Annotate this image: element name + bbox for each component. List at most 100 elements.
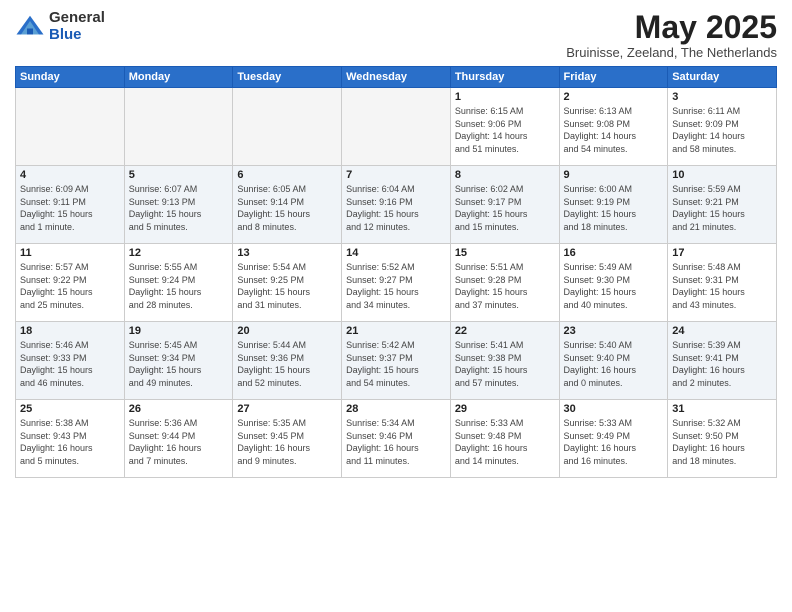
- week-row-4: 18 Sunrise: 5:46 AM Sunset: 9:33 PM Dayli…: [16, 322, 777, 400]
- calendar-cell-w4-d6: 23Sunrise: 5:40 AM Sunset: 9:40 PM Dayli…: [559, 322, 668, 400]
- day-info: Sunrise: 5:59 AM Sunset: 9:21 PM Dayligh…: [672, 183, 772, 233]
- calendar-cell-w3-d7: 17 Sunrise: 5:48 AM Sunset: 9:31 PM Dayli…: [668, 244, 777, 322]
- calendar: Sunday Monday Tuesday Wednesday Thursday…: [15, 66, 777, 478]
- day-number: 30: [564, 403, 664, 415]
- day-number: 28: [346, 403, 446, 415]
- day-info: Sunrise: 5:36 AM Sunset: 9:44 PM Dayligh…: [129, 417, 229, 467]
- day-info: Sunrise: 5:55 AM Sunset: 9:24 PM Dayligh…: [129, 261, 229, 311]
- header-friday: Friday: [559, 67, 668, 88]
- calendar-cell-w3-d4: 14 Sunrise: 5:52 AM Sunset: 9:27 PM Dayli…: [342, 244, 451, 322]
- day-info: Sunrise: 6:02 AM Sunset: 9:17 PM Dayligh…: [455, 183, 555, 233]
- header: General Blue May 2025 Bruinisse, Zeeland…: [15, 10, 777, 60]
- day-number: 5: [129, 169, 229, 181]
- header-wednesday: Wednesday: [342, 67, 451, 88]
- calendar-cell-w2-d3: 6 Sunrise: 6:05 AM Sunset: 9:14 PM Daylig…: [233, 166, 342, 244]
- day-number: 31: [672, 403, 772, 415]
- calendar-cell-w2-d4: 7Sunrise: 6:04 AM Sunset: 9:16 PM Daylig…: [342, 166, 451, 244]
- calendar-cell-w5-d6: 30Sunrise: 5:33 AM Sunset: 9:49 PM Dayli…: [559, 400, 668, 478]
- day-number: 7: [346, 169, 446, 181]
- day-number: 21: [346, 325, 446, 337]
- day-info: Sunrise: 5:45 AM Sunset: 9:34 PM Dayligh…: [129, 339, 229, 389]
- day-number: 14: [346, 247, 446, 259]
- header-saturday: Saturday: [668, 67, 777, 88]
- week-row-2: 4Sunrise: 6:09 AM Sunset: 9:11 PM Daylig…: [16, 166, 777, 244]
- calendar-cell-w5-d4: 28Sunrise: 5:34 AM Sunset: 9:46 PM Dayli…: [342, 400, 451, 478]
- day-number: 27: [237, 403, 337, 415]
- calendar-cell-w3-d6: 16 Sunrise: 5:49 AM Sunset: 9:30 PM Dayli…: [559, 244, 668, 322]
- day-info: Sunrise: 5:44 AM Sunset: 9:36 PM Dayligh…: [237, 339, 337, 389]
- day-info: Sunrise: 5:33 AM Sunset: 9:48 PM Dayligh…: [455, 417, 555, 467]
- logo-blue: Blue: [49, 27, 105, 44]
- header-sunday: Sunday: [16, 67, 125, 88]
- day-info: Sunrise: 5:35 AM Sunset: 9:45 PM Dayligh…: [237, 417, 337, 467]
- day-number: 11: [20, 247, 120, 259]
- calendar-cell-w3-d3: 13 Sunrise: 5:54 AM Sunset: 9:25 PM Dayli…: [233, 244, 342, 322]
- calendar-cell-w4-d2: 19 Sunrise: 5:45 AM Sunset: 9:34 PM Dayli…: [124, 322, 233, 400]
- day-number: 8: [455, 169, 555, 181]
- day-number: 22: [455, 325, 555, 337]
- day-number: 4: [20, 169, 120, 181]
- day-number: 23: [564, 325, 664, 337]
- calendar-cell-w5-d2: 26 Sunrise: 5:36 AM Sunset: 9:44 PM Dayli…: [124, 400, 233, 478]
- day-number: 19: [129, 325, 229, 337]
- day-info: Sunrise: 5:39 AM Sunset: 9:41 PM Dayligh…: [672, 339, 772, 389]
- calendar-cell-w1-d6: 2Sunrise: 6:13 AM Sunset: 9:08 PM Daylig…: [559, 88, 668, 166]
- calendar-cell-w1-d5: 1Sunrise: 6:15 AM Sunset: 9:06 PM Daylig…: [450, 88, 559, 166]
- day-info: Sunrise: 6:05 AM Sunset: 9:14 PM Dayligh…: [237, 183, 337, 233]
- calendar-cell-w1-d3: [233, 88, 342, 166]
- calendar-cell-w1-d1: [16, 88, 125, 166]
- calendar-cell-w3-d5: 15 Sunrise: 5:51 AM Sunset: 9:28 PM Dayli…: [450, 244, 559, 322]
- day-info: Sunrise: 6:11 AM Sunset: 9:09 PM Dayligh…: [672, 105, 772, 155]
- day-number: 24: [672, 325, 772, 337]
- day-info: Sunrise: 5:51 AM Sunset: 9:28 PM Dayligh…: [455, 261, 555, 311]
- calendar-cell-w2-d5: 8 Sunrise: 6:02 AM Sunset: 9:17 PM Daylig…: [450, 166, 559, 244]
- day-info: Sunrise: 6:07 AM Sunset: 9:13 PM Dayligh…: [129, 183, 229, 233]
- day-number: 25: [20, 403, 120, 415]
- logo: General Blue: [15, 10, 105, 43]
- calendar-cell-w2-d2: 5 Sunrise: 6:07 AM Sunset: 9:13 PM Daylig…: [124, 166, 233, 244]
- week-row-1: 1Sunrise: 6:15 AM Sunset: 9:06 PM Daylig…: [16, 88, 777, 166]
- calendar-cell-w1-d7: 3 Sunrise: 6:11 AM Sunset: 9:09 PM Daylig…: [668, 88, 777, 166]
- page: General Blue May 2025 Bruinisse, Zeeland…: [0, 0, 792, 612]
- day-info: Sunrise: 6:15 AM Sunset: 9:06 PM Dayligh…: [455, 105, 555, 155]
- day-number: 12: [129, 247, 229, 259]
- weekday-header-row: Sunday Monday Tuesday Wednesday Thursday…: [16, 67, 777, 88]
- calendar-cell-w3-d2: 12 Sunrise: 5:55 AM Sunset: 9:24 PM Dayli…: [124, 244, 233, 322]
- day-number: 3: [672, 91, 772, 103]
- day-info: Sunrise: 5:42 AM Sunset: 9:37 PM Dayligh…: [346, 339, 446, 389]
- calendar-cell-w4-d1: 18 Sunrise: 5:46 AM Sunset: 9:33 PM Dayli…: [16, 322, 125, 400]
- day-info: Sunrise: 5:32 AM Sunset: 9:50 PM Dayligh…: [672, 417, 772, 467]
- day-info: Sunrise: 5:52 AM Sunset: 9:27 PM Dayligh…: [346, 261, 446, 311]
- day-info: Sunrise: 5:48 AM Sunset: 9:31 PM Dayligh…: [672, 261, 772, 311]
- calendar-cell-w2-d1: 4Sunrise: 6:09 AM Sunset: 9:11 PM Daylig…: [16, 166, 125, 244]
- day-number: 2: [564, 91, 664, 103]
- calendar-cell-w4-d3: 20 Sunrise: 5:44 AM Sunset: 9:36 PM Dayli…: [233, 322, 342, 400]
- logo-text: General Blue: [49, 10, 105, 43]
- day-number: 9: [564, 169, 664, 181]
- week-row-5: 25 Sunrise: 5:38 AM Sunset: 9:43 PM Dayli…: [16, 400, 777, 478]
- calendar-cell-w5-d7: 31 Sunrise: 5:32 AM Sunset: 9:50 PM Dayli…: [668, 400, 777, 478]
- day-number: 16: [564, 247, 664, 259]
- day-number: 20: [237, 325, 337, 337]
- day-number: 10: [672, 169, 772, 181]
- day-number: 26: [129, 403, 229, 415]
- day-info: Sunrise: 5:38 AM Sunset: 9:43 PM Dayligh…: [20, 417, 120, 467]
- calendar-cell-w1-d2: [124, 88, 233, 166]
- day-info: Sunrise: 5:49 AM Sunset: 9:30 PM Dayligh…: [564, 261, 664, 311]
- day-number: 15: [455, 247, 555, 259]
- day-number: 29: [455, 403, 555, 415]
- day-info: Sunrise: 5:41 AM Sunset: 9:38 PM Dayligh…: [455, 339, 555, 389]
- calendar-cell-w3-d1: 11 Sunrise: 5:57 AM Sunset: 9:22 PM Dayli…: [16, 244, 125, 322]
- calendar-cell-w1-d4: [342, 88, 451, 166]
- day-number: 13: [237, 247, 337, 259]
- calendar-cell-w5-d3: 27 Sunrise: 5:35 AM Sunset: 9:45 PM Dayli…: [233, 400, 342, 478]
- day-number: 18: [20, 325, 120, 337]
- day-info: Sunrise: 5:57 AM Sunset: 9:22 PM Dayligh…: [20, 261, 120, 311]
- day-info: Sunrise: 5:46 AM Sunset: 9:33 PM Dayligh…: [20, 339, 120, 389]
- day-number: 17: [672, 247, 772, 259]
- day-number: 6: [237, 169, 337, 181]
- day-info: Sunrise: 5:54 AM Sunset: 9:25 PM Dayligh…: [237, 261, 337, 311]
- week-row-3: 11 Sunrise: 5:57 AM Sunset: 9:22 PM Dayli…: [16, 244, 777, 322]
- header-tuesday: Tuesday: [233, 67, 342, 88]
- calendar-cell-w4-d4: 21 Sunrise: 5:42 AM Sunset: 9:37 PM Dayli…: [342, 322, 451, 400]
